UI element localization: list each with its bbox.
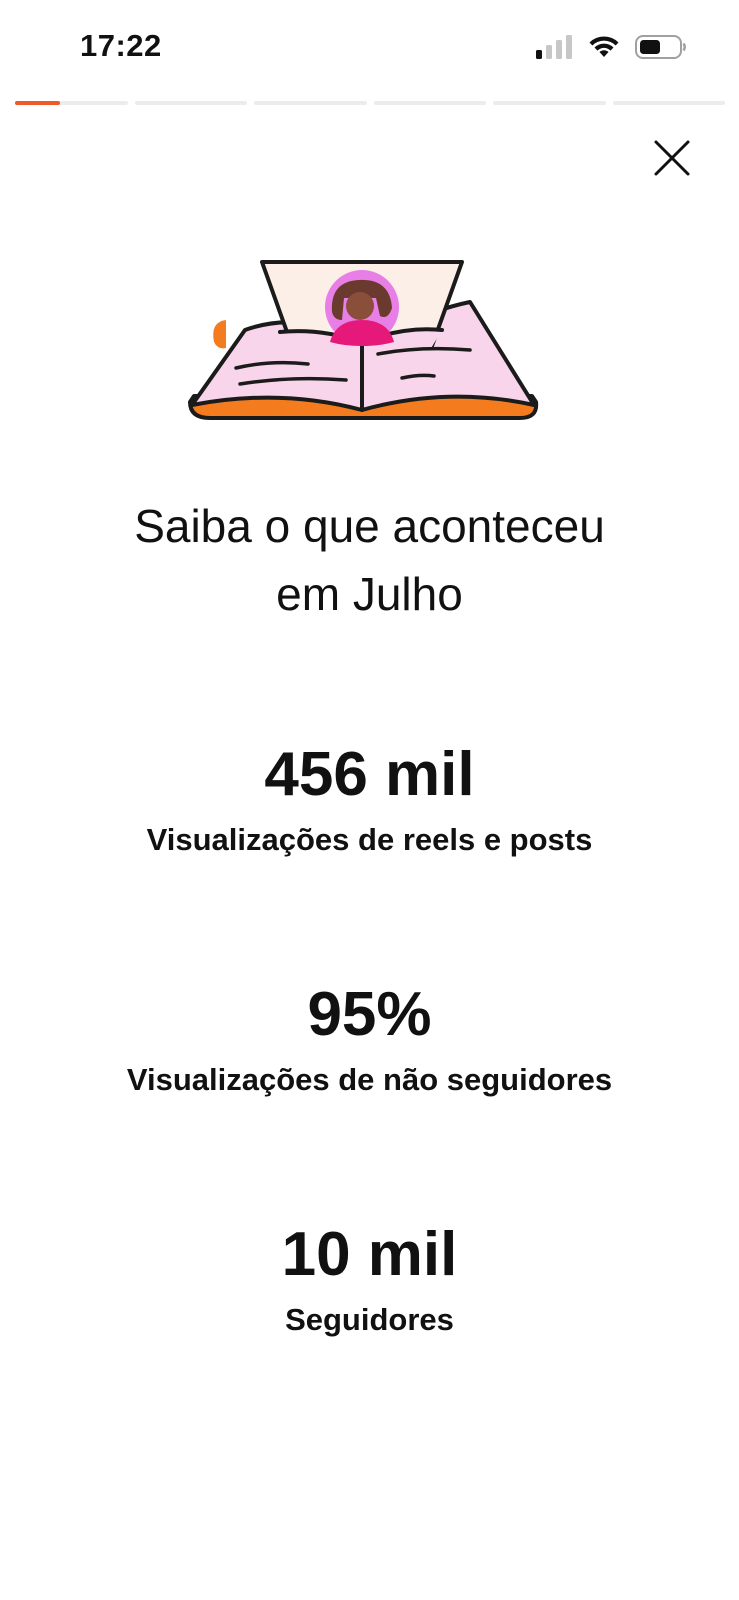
story-progress-fill <box>15 101 60 105</box>
stat-label: Visualizações de não seguidores <box>126 1062 613 1097</box>
stat-non-follower-views: 95% Visualizações de não seguidores <box>0 980 739 1100</box>
story-progress-bar <box>15 101 725 106</box>
stat-value: 95% <box>307 980 432 1049</box>
stat-value: 10 mil <box>281 1220 458 1289</box>
close-button[interactable] <box>650 136 694 180</box>
story-progress-segment <box>612 101 725 105</box>
stat-followers: 10 mil Seguidores <box>0 1220 739 1340</box>
page-title-line-2: em Julho <box>276 568 463 620</box>
wifi-icon <box>587 34 621 65</box>
stat-reels-posts-views: 456 mil Visualizações de reels e posts <box>0 740 739 860</box>
open-book-with-profile-photo-icon <box>180 250 550 430</box>
story-progress-segment <box>493 101 606 105</box>
status-icons <box>535 34 687 65</box>
status-time: 17:22 <box>80 28 162 63</box>
page-title-line-1: Saiba o que aconteceu <box>134 500 605 552</box>
close-icon <box>654 140 690 176</box>
story-progress-segment <box>134 101 247 105</box>
story-progress-segment <box>373 101 486 105</box>
stat-label: Visualizações de reels e posts <box>146 822 593 857</box>
status-bar: 17:22 <box>0 0 739 96</box>
story-progress-segment <box>15 101 128 105</box>
cellular-signal-icon <box>535 34 573 65</box>
stat-value: 456 mil <box>264 740 475 809</box>
battery-icon <box>635 34 687 65</box>
story-progress-segment <box>254 101 367 105</box>
page-title: Saiba o que aconteceu em Julho <box>0 492 739 628</box>
stat-label: Seguidores <box>285 1302 454 1337</box>
